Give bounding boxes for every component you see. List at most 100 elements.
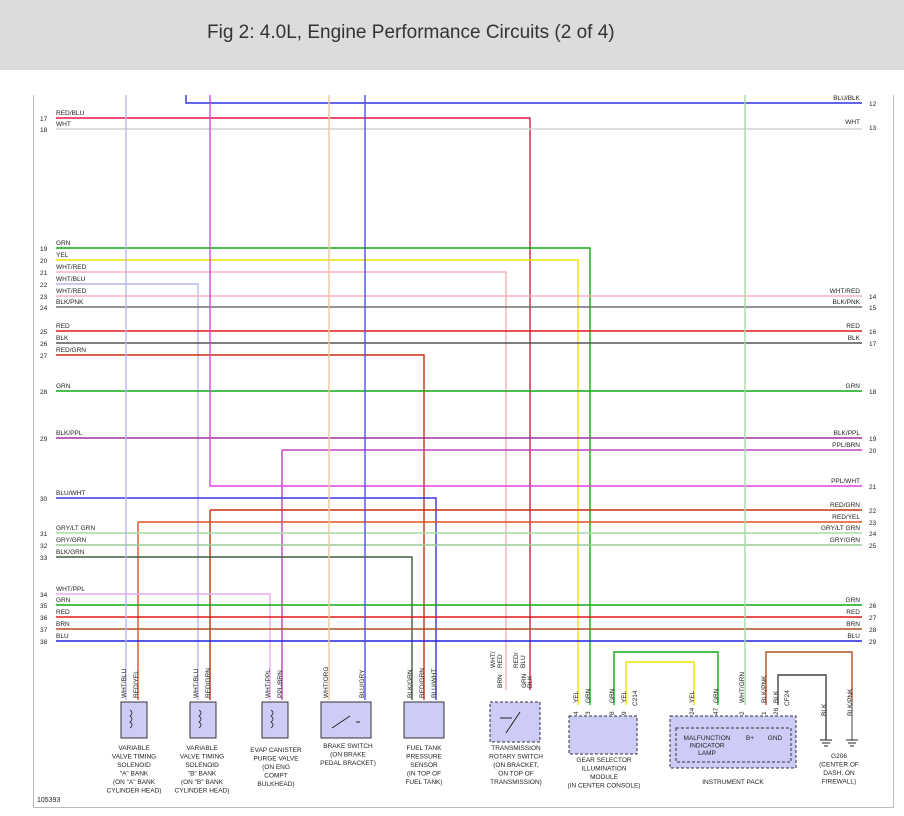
- ground-symbol: [820, 739, 832, 747]
- wire-number-left: 26: [40, 341, 48, 348]
- wire-number-right: 28: [869, 627, 877, 634]
- wire-grn-19: [56, 247, 591, 705]
- component-label: CYLINDER HEAD): [175, 788, 230, 795]
- wire-number-right: 25: [869, 543, 877, 550]
- component-label: VARIABLE: [186, 745, 218, 752]
- pin-wire-label: BRN: [497, 674, 504, 688]
- wire-number-left: 25: [40, 329, 48, 336]
- pin-wire-label: BLK: [773, 690, 780, 703]
- wire-number-left: 28: [40, 389, 48, 396]
- component-label: ROTARY SWITCH: [489, 754, 543, 761]
- component-label: VALVE TIMING: [112, 754, 156, 761]
- wire-label-left: GRN: [56, 240, 71, 247]
- component-label: MALFUNCTION: [684, 735, 731, 742]
- pin-wire-label: BLU/WHT: [431, 669, 438, 698]
- wire-yel-20: [56, 259, 579, 705]
- wire-ppl-wht: [209, 95, 862, 487]
- wire-number-left: 31: [40, 531, 48, 538]
- wire-number-right: 18: [869, 389, 877, 396]
- wire-label-right: GRY/GRN: [830, 537, 861, 544]
- wire-number-left: 17: [40, 116, 48, 123]
- wire-label-right: WHT/RED: [830, 288, 861, 295]
- wire-label-left: BRN: [56, 621, 70, 628]
- wire-label-right: GRN: [846, 383, 861, 390]
- wire-label-left: BLK/PNK: [56, 299, 84, 306]
- wire-label-right: BLK: [848, 335, 861, 342]
- component-label: VALVE TIMING: [180, 754, 224, 761]
- component-label: SENSOR: [410, 762, 438, 769]
- gear-selector-module: [568, 715, 638, 755]
- pin-number: 3: [585, 711, 592, 715]
- transmission-rotary-switch: [489, 701, 541, 743]
- component-label: "B" BANK: [188, 771, 217, 778]
- component-label: G206: [831, 753, 847, 760]
- component-label: DASH, ON: [823, 770, 855, 777]
- ground-wire-label: BLK: [821, 703, 828, 716]
- wire-number-left: 38: [40, 639, 48, 646]
- component-label: (ON "A" BANK: [113, 779, 156, 786]
- component-label: PRESSURE: [406, 754, 442, 761]
- component-label: (ON "B" BANK: [181, 779, 224, 786]
- wire-label-left: RED/GRN: [56, 347, 86, 354]
- component-label: "A" BANK: [120, 771, 149, 778]
- wire-number-left: 35: [40, 603, 48, 610]
- component-label: FIREWALL): [822, 779, 856, 786]
- pin-wire-label: RED/YEL: [133, 670, 140, 698]
- wiring-diagram: 17RED/BLU18WHT19GRN20YEL21WHT/RED22WHT/B…: [37, 95, 877, 804]
- pin-wire-label: RED/GRN: [419, 668, 426, 698]
- pin-wire-label: BLK/GRN: [407, 669, 414, 698]
- component-label: FUEL TANK): [405, 779, 442, 786]
- component-label: GEAR SELECTOR: [576, 757, 631, 764]
- pin-wire-label: WHT/BLU: [121, 668, 128, 698]
- wire-label-left: RED/BLU: [56, 110, 84, 117]
- wire-number-right: 17: [869, 341, 877, 348]
- wire-label-left: WHT/PPL: [56, 586, 85, 593]
- vvt-b-solenoid: [189, 701, 217, 739]
- pin-wire-label: GRN: [713, 688, 720, 703]
- component-label: PEDAL BRACKET): [320, 760, 376, 767]
- wire-number-left: 21: [40, 270, 48, 277]
- wire-number-left: 37: [40, 627, 48, 634]
- wire-label-right: RED/YEL: [832, 514, 860, 521]
- wire-label-left: GRN: [56, 383, 71, 390]
- wire-number-left: 33: [40, 555, 48, 562]
- wire-label-left: BLU/WHT: [56, 490, 85, 497]
- wire-red-grn-27: [56, 354, 425, 700]
- component-label: PURGE VALVE: [254, 756, 300, 763]
- component-label: VARIABLE: [118, 745, 150, 752]
- wire-blu-blk: [185, 95, 862, 104]
- wire-number-right: 15: [869, 305, 877, 312]
- wire-number-right: 14: [869, 294, 877, 301]
- wire-number-left: 23: [40, 294, 48, 301]
- wire-number-left: 20: [40, 258, 48, 265]
- wire-number-right: 13: [869, 125, 877, 132]
- wire-label-right: RED: [846, 323, 860, 330]
- vvt-a-solenoid: [120, 701, 148, 739]
- wire-number-right: 27: [869, 615, 877, 622]
- wire-label-left: GRN: [56, 597, 71, 604]
- wire-red-blu: [56, 117, 531, 690]
- wire-label-left: BLK/PPL: [56, 430, 83, 437]
- ground-wire-label: BLK/PNK: [847, 688, 854, 716]
- pin-wire-label: WHT/PPL: [265, 669, 272, 698]
- pin-wire-label: RED/: [513, 652, 520, 668]
- component-label: TRANSMISSION: [491, 745, 541, 752]
- wire-number-left: 19: [40, 246, 48, 253]
- pin-wire-label: RED: [497, 654, 504, 668]
- wire-blu-wht: [56, 497, 437, 700]
- component-label: (IN CENTER CONSOLE): [568, 783, 641, 790]
- fuel-tank-pressure-sensor: [403, 701, 445, 739]
- component-label: (ON BRACKET,: [493, 762, 539, 769]
- figure-number: 105393: [37, 797, 60, 804]
- pin-wire-label: BLK/PNK: [761, 675, 768, 703]
- component-label: LAMP: [698, 750, 716, 757]
- pin-number: 8: [609, 711, 616, 715]
- evap-purge-valve: [261, 701, 289, 739]
- wire-label-left: WHT/RED: [56, 288, 87, 295]
- wire-label-left: YEL: [56, 252, 69, 259]
- component-label: MODULE: [590, 774, 618, 781]
- wire-label-right: RED: [846, 609, 860, 616]
- wire-label-left: WHT/RED: [56, 264, 87, 271]
- wire-label-right: GRN: [846, 597, 861, 604]
- wire-label-left: WHT: [56, 121, 71, 128]
